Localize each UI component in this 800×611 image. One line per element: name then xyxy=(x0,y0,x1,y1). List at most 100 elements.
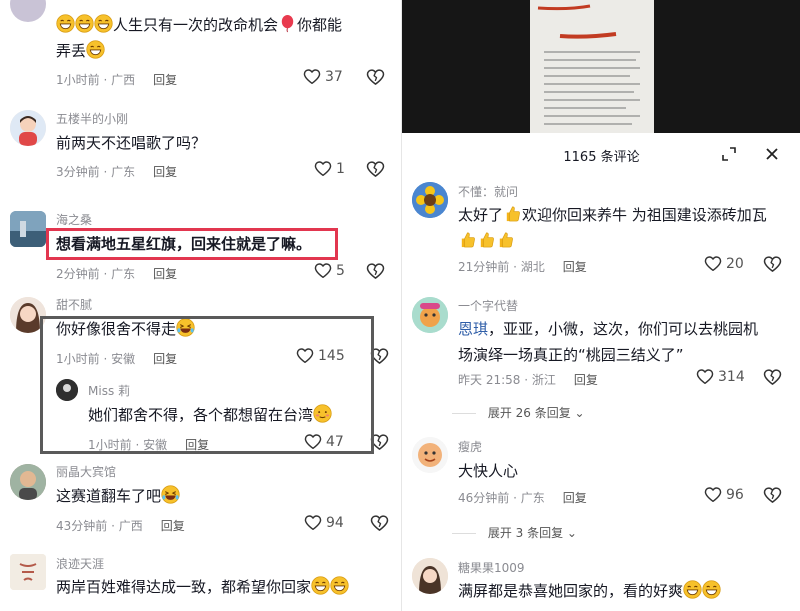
close-icon[interactable] xyxy=(764,146,780,162)
dislike-icon[interactable] xyxy=(366,68,385,87)
cartoon-face-avatar-icon xyxy=(412,437,448,473)
heart-icon xyxy=(303,68,321,86)
like-count: 94 xyxy=(326,515,344,531)
dislike-icon[interactable] xyxy=(366,262,385,281)
video-preview[interactable] xyxy=(402,0,800,133)
dislike-icon[interactable] xyxy=(763,368,782,387)
grin-emoji-icon xyxy=(75,14,94,33)
thumbs-up-emoji-icon xyxy=(477,230,496,249)
landscape-avatar-icon xyxy=(10,211,46,247)
dislike-icon[interactable] xyxy=(763,255,782,274)
like-button[interactable]: 37 xyxy=(303,68,343,86)
comment-text: 恩琪，亚亚，小微，这次，你们可以去桃园机 xyxy=(458,320,759,338)
avatar[interactable] xyxy=(10,554,46,590)
avatar[interactable] xyxy=(10,110,46,146)
reply-button[interactable]: 回复 xyxy=(563,260,587,274)
like-button[interactable]: 5 xyxy=(314,262,345,280)
avatar[interactable] xyxy=(10,464,46,500)
comment-text: 前两天不还唱歌了吗？ xyxy=(56,134,207,152)
document-lines-icon xyxy=(537,4,640,125)
sunflower-avatar-icon xyxy=(412,182,448,218)
like-count: 5 xyxy=(336,263,345,279)
heart-icon xyxy=(304,514,322,532)
like-count: 314 xyxy=(718,369,745,385)
comment-emoji-line xyxy=(458,228,515,254)
comment-meta: 3分钟前 · 广东 回复 xyxy=(56,163,177,180)
balloon-emoji-icon xyxy=(278,14,297,33)
heart-icon xyxy=(704,255,722,273)
grin-emoji-icon xyxy=(702,580,721,599)
reply-button[interactable]: 回复 xyxy=(153,73,177,87)
comment-text-line2: 场演绎一场真正的“桃园三结义了” xyxy=(458,346,684,364)
comment-text: 这赛道翻车了吧 xyxy=(56,483,180,509)
comment-text: 大快人心 xyxy=(458,462,519,480)
avatar[interactable] xyxy=(412,182,448,218)
commenter-name[interactable]: 浪迹天涯 xyxy=(56,555,104,572)
thumbs-up-emoji-icon xyxy=(458,230,477,249)
reply-button[interactable]: 回复 xyxy=(563,491,587,505)
like-button[interactable]: 1 xyxy=(314,160,345,178)
commenter-name[interactable]: 五楼半的小刚 xyxy=(56,110,128,127)
commenter-name[interactable]: 不懂：就问 xyxy=(458,183,518,200)
expand-replies-button[interactable]: 展开 26 条回复 ⌄ xyxy=(452,404,585,421)
commenter-name[interactable]: 糖果果1009 xyxy=(458,559,525,576)
chevron-down-icon: ⌄ xyxy=(563,526,577,540)
like-button[interactable]: 96 xyxy=(704,486,744,504)
reply-button[interactable]: 回复 xyxy=(574,373,598,387)
commenter-name[interactable]: 海之桑 xyxy=(56,211,92,228)
commenter-name[interactable]: 丽晶大宾馆 xyxy=(56,463,116,480)
comment-time: 43分钟前 · 广西 xyxy=(56,519,143,533)
expand-icon[interactable] xyxy=(721,146,737,162)
reply-button[interactable]: 回复 xyxy=(161,519,185,533)
comment-time: 3分钟前 · 广东 xyxy=(56,165,136,179)
grin-emoji-icon xyxy=(330,576,349,595)
avatar[interactable] xyxy=(412,558,448,594)
girl-avatar-icon xyxy=(412,558,448,594)
cartoon-avatar-icon xyxy=(412,297,448,333)
avatar[interactable] xyxy=(412,297,448,333)
right-comment-panel: 1165 条评论 不懂：就问 太好了 欢迎你回来养牛 为祖国建设添砖加瓦 21分钟… xyxy=(401,0,800,611)
chevron-down-icon: ⌄ xyxy=(570,406,585,420)
like-button[interactable]: 20 xyxy=(704,255,744,273)
comment-meta: 21分钟前 · 湖北 回复 xyxy=(458,258,587,275)
reply-button[interactable]: 回复 xyxy=(153,165,177,179)
like-count: 1 xyxy=(336,161,345,177)
like-button[interactable]: 94 xyxy=(304,514,344,532)
comment-time: 2分钟前 · 广东 xyxy=(56,267,136,281)
grin-emoji-icon xyxy=(683,580,702,599)
like-button[interactable]: 314 xyxy=(696,368,745,386)
comments-sheet-header: 1165 条评论 xyxy=(402,133,800,175)
comment-meta: 43分钟前 · 广西 回复 xyxy=(56,517,185,534)
heart-icon xyxy=(696,368,714,386)
dislike-icon[interactable] xyxy=(366,160,385,179)
commenter-name[interactable]: 瘦虎 xyxy=(458,438,482,455)
dislike-icon[interactable] xyxy=(370,514,389,533)
commenter-name[interactable]: 甜不腻 xyxy=(56,296,92,313)
comment-meta: 1小时前 · 广西 回复 xyxy=(56,71,177,88)
expand-replies-button[interactable]: 展开 3 条回复 ⌄ xyxy=(452,524,577,541)
mention-link[interactable]: 恩琪 xyxy=(458,320,488,338)
like-count: 96 xyxy=(726,487,744,503)
comment-text: 两岸百姓难得达成一致，都希望你回家 xyxy=(56,574,349,600)
left-comment-panel: 人生只有一次的改命机会 你都能 弄丢 1小时前 · 广西 回复 37 五楼半的小刚 … xyxy=(0,0,393,611)
comment-text: 满屏都是恭喜她回家的，看的好爽 xyxy=(458,578,721,604)
calligraphy-avatar-icon xyxy=(10,554,46,590)
grin-emoji-icon xyxy=(56,14,75,33)
avatar[interactable] xyxy=(10,211,46,247)
comment-text: 人生只有一次的改命机会 你都能 xyxy=(56,12,342,38)
reply-button[interactable]: 回复 xyxy=(153,267,177,281)
comment-time: 1小时前 · 广西 xyxy=(56,73,136,87)
heart-icon xyxy=(314,262,332,280)
comment-time: 昨天 21:58 · 浙江 xyxy=(458,373,556,387)
like-count: 20 xyxy=(726,256,744,272)
comment-text: 太好了 欢迎你回来养牛 为祖国建设添砖加瓦 xyxy=(458,206,767,224)
panel-divider xyxy=(393,0,401,611)
comment-time: 46分钟前 · 广东 xyxy=(458,491,545,505)
commenter-name[interactable]: 一个字代替 xyxy=(458,297,518,314)
comment-meta: 昨天 21:58 · 浙江 回复 xyxy=(458,371,598,388)
avatar[interactable] xyxy=(10,0,46,22)
avatar[interactable] xyxy=(412,437,448,473)
dislike-icon[interactable] xyxy=(763,486,782,505)
highlight-box-gray xyxy=(40,316,374,454)
comment-count-title: 1165 条评论 xyxy=(563,150,640,165)
